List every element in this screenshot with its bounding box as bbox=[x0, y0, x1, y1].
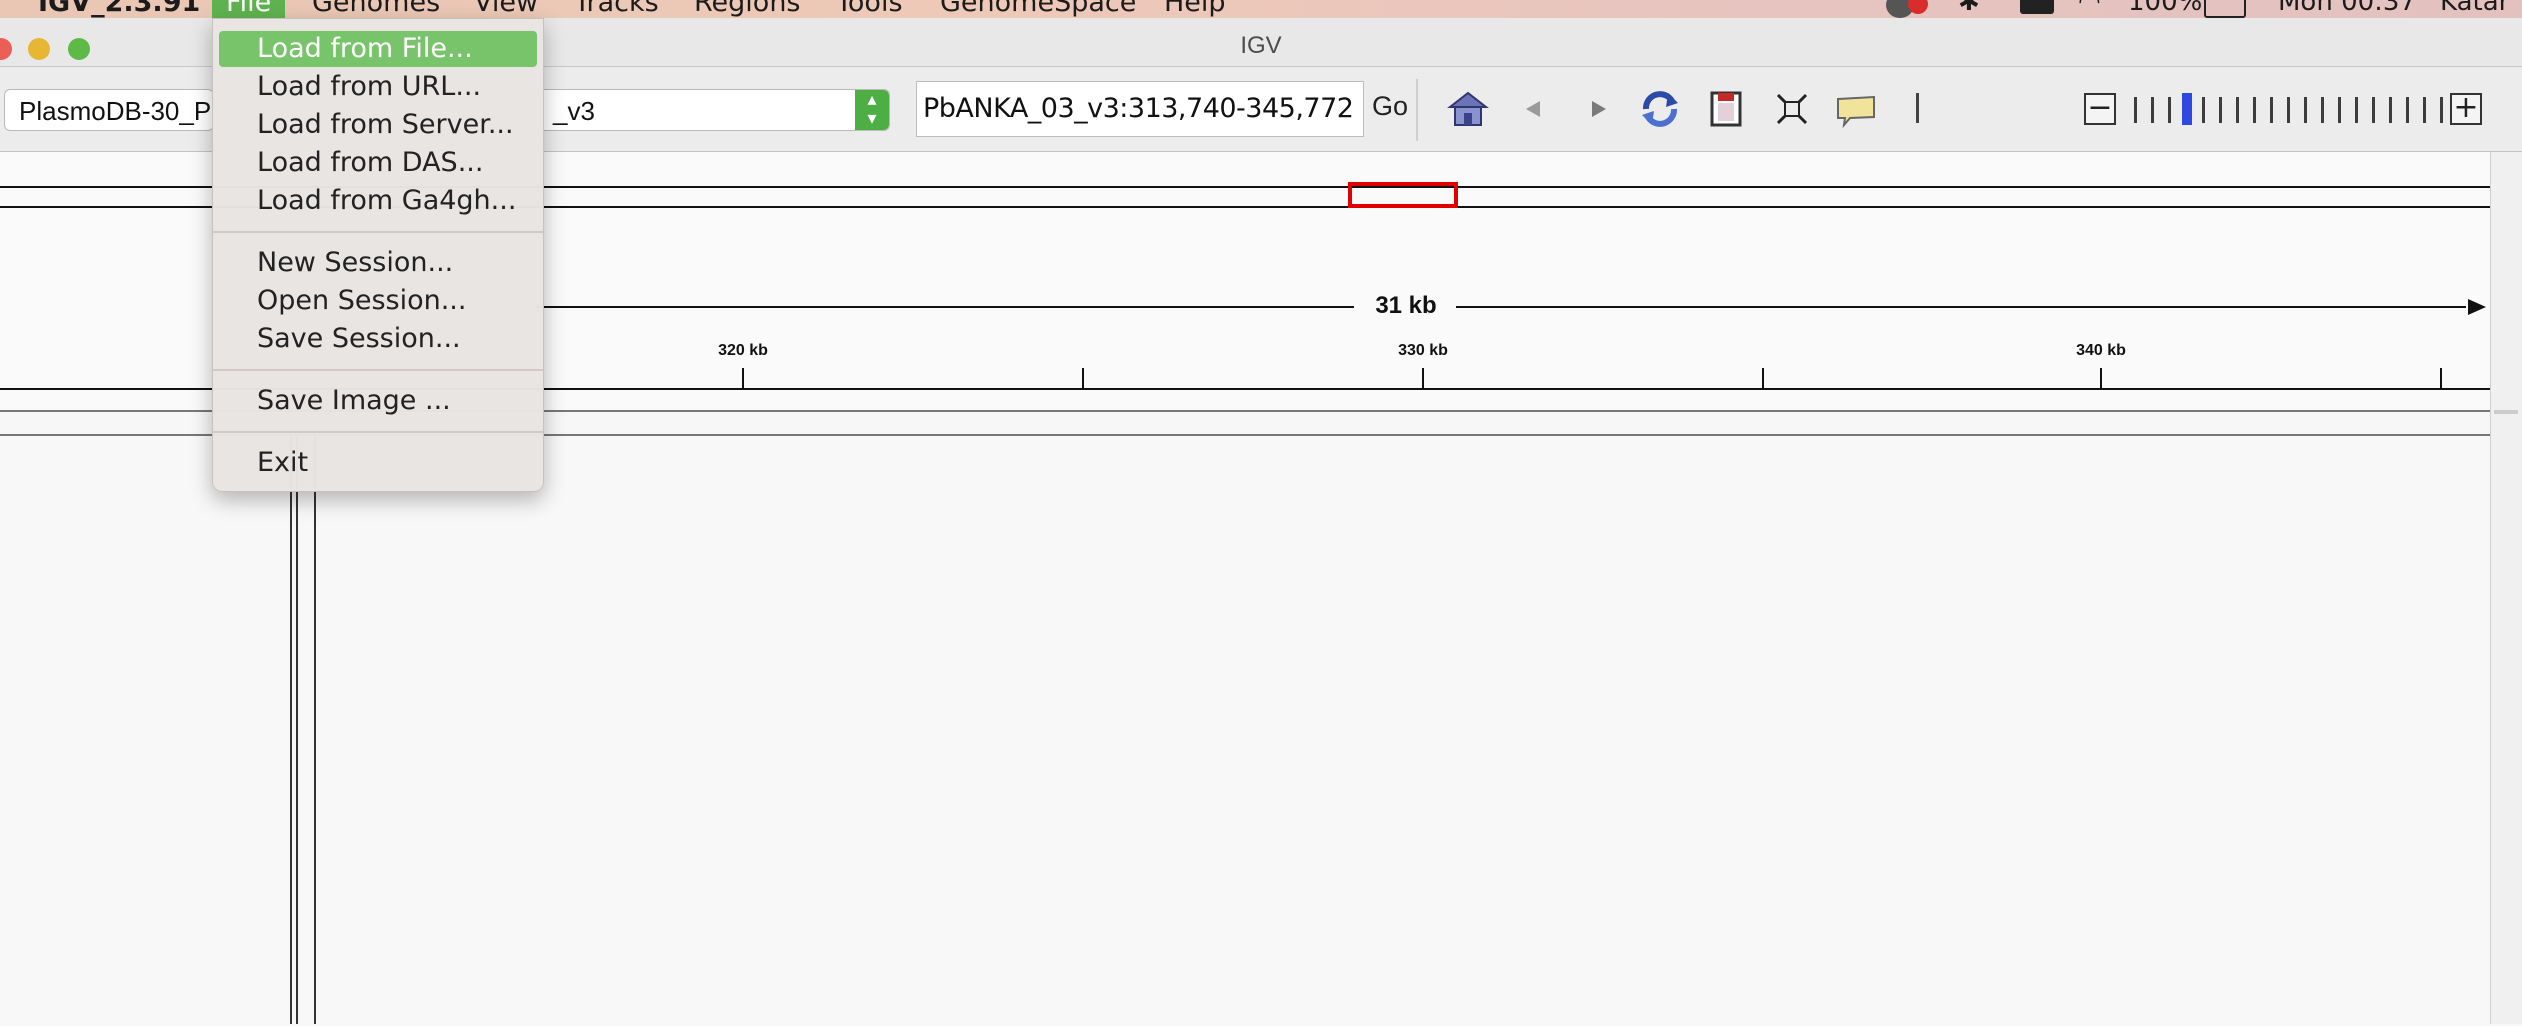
zoom-level-tick[interactable] bbox=[2236, 97, 2239, 123]
menu-regions[interactable]: Regions bbox=[694, 0, 801, 18]
resize-to-window-icon[interactable] bbox=[1770, 87, 1814, 131]
zoom-level-tick[interactable] bbox=[2321, 97, 2324, 123]
zoom-level-tick[interactable] bbox=[2406, 97, 2409, 123]
ruler-tick-mark bbox=[1082, 368, 1084, 388]
ruler-span-line-right bbox=[1456, 306, 2466, 308]
vertical-scrollbar[interactable] bbox=[2490, 152, 2522, 1024]
zoom-level-tick[interactable] bbox=[2304, 97, 2307, 123]
ruler-span-line-left bbox=[536, 306, 1354, 308]
genome-dropdown[interactable]: PlasmoDB-30_P bbox=[4, 89, 214, 131]
ruler-tick-mark bbox=[1762, 368, 1764, 388]
zoom-level-tick[interactable] bbox=[2440, 97, 2443, 123]
data-panel[interactable] bbox=[0, 434, 2490, 1026]
attribute-panel-divider[interactable] bbox=[314, 434, 316, 1024]
toolbar-divider bbox=[1416, 79, 1418, 141]
genome-dropdown-value: PlasmoDB-30_P bbox=[19, 96, 212, 126]
menu-genomes[interactable]: Genomes bbox=[312, 0, 440, 18]
region-of-interest-icon[interactable] bbox=[1704, 87, 1748, 131]
zoom-level-tick[interactable] bbox=[2423, 97, 2426, 123]
menu-item-new-session[interactable]: New Session... bbox=[219, 245, 537, 281]
name-panel-divider-inner bbox=[296, 434, 298, 1024]
zoom-level-tick[interactable] bbox=[2151, 97, 2154, 123]
zoom-level-tick[interactable] bbox=[2287, 97, 2290, 123]
zoom-level-tick[interactable] bbox=[2253, 97, 2256, 123]
sync-error-badge-icon bbox=[1908, 0, 1928, 14]
ruler-span-label: 31 kb bbox=[1375, 292, 1437, 319]
zoom-level-tick[interactable] bbox=[2372, 97, 2375, 123]
back-arrow-icon[interactable] bbox=[1512, 87, 1556, 131]
app-menu[interactable]: IGV_2.3.91 bbox=[38, 0, 200, 18]
menu-file[interactable]: File bbox=[212, 0, 286, 18]
zoom-level-tick[interactable] bbox=[2134, 97, 2137, 123]
menu-tools[interactable]: Tools bbox=[836, 0, 903, 18]
menu-item-load-from-file[interactable]: Load from File... bbox=[219, 31, 537, 67]
bluetooth-icon[interactable]: ✱ bbox=[1958, 0, 1980, 17]
menu-view[interactable]: View bbox=[474, 0, 538, 18]
menu-separator bbox=[213, 231, 543, 233]
chevron-updown-icon[interactable]: ▴ ▾ bbox=[855, 90, 889, 130]
locus-search-input[interactable]: PbANKA_03_v3:313,740-345,772 bbox=[916, 81, 1364, 137]
zoom-out-button[interactable]: − bbox=[2084, 93, 2116, 125]
menu-item-load-from-das[interactable]: Load from DAS... bbox=[219, 145, 537, 181]
menu-separator bbox=[213, 369, 543, 371]
menu-item-exit[interactable]: Exit bbox=[219, 445, 537, 481]
ruler-tick-label: 320 kb bbox=[718, 342, 768, 359]
menu-item-load-from-ga4gh[interactable]: Load from Ga4gh... bbox=[219, 183, 537, 219]
menu-item-save-session[interactable]: Save Session... bbox=[219, 321, 537, 357]
zoom-level-tick[interactable] bbox=[2270, 97, 2273, 123]
refresh-icon[interactable] bbox=[1638, 87, 1682, 131]
ruler-tick-mark bbox=[2100, 368, 2102, 388]
menu-tracks[interactable]: Tracks bbox=[574, 0, 659, 18]
menu-item-save-image[interactable]: Save Image ... bbox=[219, 383, 537, 419]
home-icon[interactable] bbox=[1446, 87, 1490, 131]
menu-item-load-from-url[interactable]: Load from URL... bbox=[219, 69, 537, 105]
clock[interactable]: Mon 00:37 bbox=[2278, 0, 2416, 17]
forward-arrow-icon[interactable] bbox=[1576, 87, 1620, 131]
ruler-tick-mark bbox=[2440, 368, 2442, 388]
go-button[interactable]: Go bbox=[1366, 91, 1414, 122]
chromosome-dropdown-value: _v3 bbox=[553, 96, 595, 126]
popup-info-icon[interactable] bbox=[1834, 87, 1878, 131]
chromosome-dropdown[interactable]: _v3 ▴ ▾ bbox=[530, 89, 890, 131]
ruler-arrow-icon bbox=[2468, 299, 2486, 315]
keyboard-icon[interactable] bbox=[2020, 0, 2054, 14]
battery-percent: 100% bbox=[2128, 0, 2203, 17]
ruler-tick-label: 340 kb bbox=[2076, 342, 2126, 359]
zoom-level-tick[interactable] bbox=[2355, 97, 2358, 123]
menu-separator bbox=[213, 431, 543, 433]
zoom-level-tick[interactable] bbox=[2219, 97, 2222, 123]
menu-genomespace[interactable]: GenomeSpace bbox=[940, 0, 1136, 18]
ruler-tick-mark bbox=[1422, 368, 1424, 388]
ruler-tick-label: 330 kb bbox=[1398, 342, 1448, 359]
zoom-level-tick[interactable] bbox=[2338, 97, 2341, 123]
menu-item-open-session[interactable]: Open Session... bbox=[219, 283, 537, 319]
menu-item-load-from-server[interactable]: Load from Server... bbox=[219, 107, 537, 143]
file-menu-dropdown: Load from File... Load from URL... Load … bbox=[212, 18, 544, 492]
ruler-tick-mark bbox=[742, 368, 744, 388]
zoom-level-tick[interactable] bbox=[2389, 97, 2392, 123]
zoom-in-button[interactable]: + bbox=[2450, 93, 2482, 125]
menu-help[interactable]: Help bbox=[1164, 0, 1226, 18]
name-panel-divider[interactable] bbox=[290, 434, 292, 1024]
battery-icon[interactable] bbox=[2204, 0, 2246, 18]
toolbar-divider-2 bbox=[1916, 93, 1919, 123]
current-region-indicator[interactable] bbox=[1348, 182, 1458, 208]
wifi-icon[interactable]: ◠ bbox=[2078, 0, 2101, 17]
menu-bar: IGV_2.3.91 File Genomes View Tracks Regi… bbox=[0, 0, 2522, 18]
scrollbar-grip[interactable] bbox=[2494, 410, 2518, 414]
zoom-level-tick[interactable] bbox=[2202, 97, 2205, 123]
zoom-level-tick[interactable] bbox=[2168, 97, 2171, 123]
user-name[interactable]: Katar bbox=[2440, 0, 2509, 17]
zoom-slider-thumb[interactable] bbox=[2182, 93, 2192, 125]
